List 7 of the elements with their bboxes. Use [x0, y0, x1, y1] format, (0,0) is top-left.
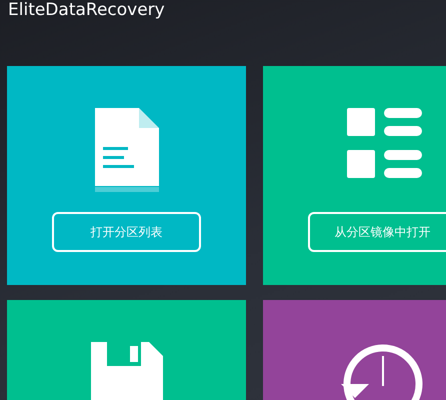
- tile[interactable]: 从分区镜像中打开: [263, 66, 446, 285]
- app-title: EliteDataRecovery: [7, 0, 166, 22]
- tile-button[interactable]: 打开分区列表: [52, 212, 201, 252]
- document-icon: [94, 108, 158, 192]
- tile-button[interactable]: 从分区镜像中打开: [308, 212, 446, 252]
- tile[interactable]: 打开分区列表: [7, 66, 246, 285]
- list-icon: [347, 108, 422, 178]
